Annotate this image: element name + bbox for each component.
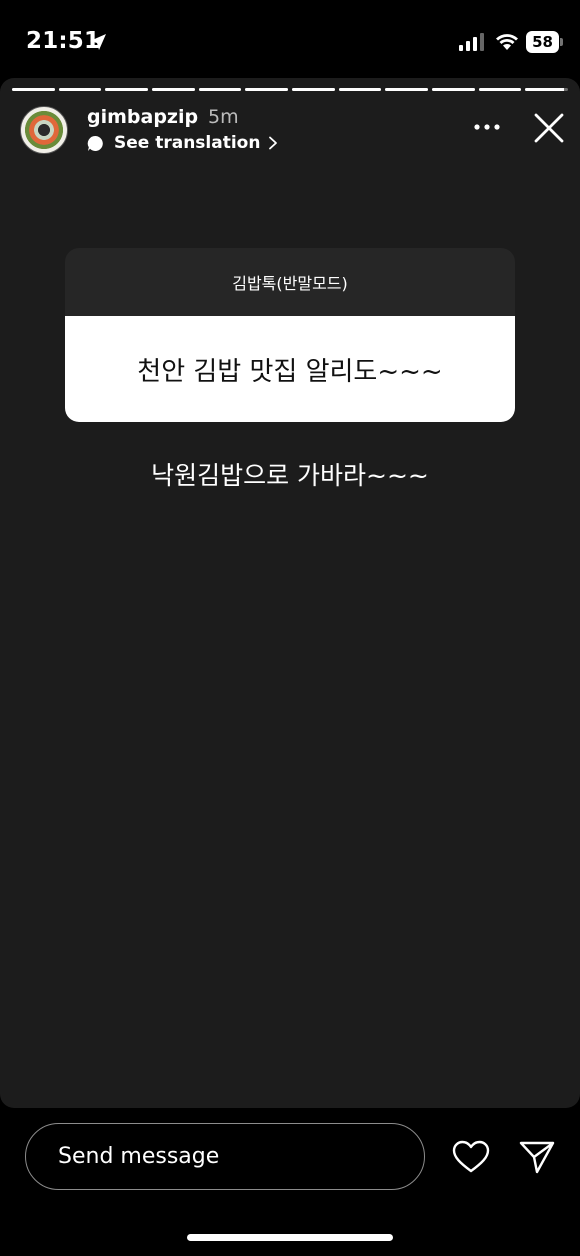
question-sticker-text: 천안 김밥 맛집 알리도~~~ bbox=[65, 316, 515, 422]
see-translation-button[interactable]: See translation bbox=[87, 132, 278, 154]
story-time-ago: 5m bbox=[208, 106, 239, 128]
battery-icon: 58 bbox=[526, 31, 564, 53]
home-indicator bbox=[187, 1234, 393, 1241]
story-progress-segment bbox=[525, 88, 569, 91]
story-progress-segment bbox=[292, 88, 335, 91]
story-progress-segment bbox=[58, 88, 102, 91]
question-sticker[interactable]: 김밥톡(반말모드) 천안 김밥 맛집 알리도~~~ bbox=[65, 248, 515, 422]
send-icon[interactable] bbox=[518, 1138, 556, 1176]
heart-icon[interactable] bbox=[452, 1140, 490, 1174]
location-arrow-icon bbox=[90, 34, 106, 50]
battery-level: 58 bbox=[532, 33, 553, 51]
story-progress-segment bbox=[152, 88, 195, 91]
more-options-icon[interactable] bbox=[473, 123, 501, 131]
speech-bubble-icon bbox=[87, 135, 103, 151]
story-progress-segment bbox=[432, 88, 475, 91]
story-progress-bars bbox=[12, 88, 569, 91]
story-footer bbox=[0, 1108, 580, 1256]
chevron-right-icon bbox=[269, 136, 278, 150]
story-progress-segment bbox=[478, 88, 522, 91]
question-sticker-header: 김밥톡(반말모드) bbox=[65, 248, 515, 316]
story-viewer[interactable]: gimbapzip 5m See translation 김밥톡(반말모드) 천… bbox=[0, 78, 580, 1108]
see-translation-label: See translation bbox=[114, 133, 261, 153]
story-progress-segment bbox=[12, 88, 55, 91]
story-username[interactable]: gimbapzip bbox=[87, 106, 198, 128]
close-icon[interactable] bbox=[533, 112, 565, 144]
story-progress-segment bbox=[338, 88, 382, 91]
send-message-input[interactable] bbox=[25, 1123, 425, 1190]
wifi-icon bbox=[496, 34, 518, 50]
story-progress-segment bbox=[245, 88, 289, 91]
story-progress-segment bbox=[105, 88, 149, 91]
story-caption: 낙원김밥으로 가바라~~~ bbox=[151, 461, 429, 490]
story-progress-segment bbox=[198, 88, 242, 91]
status-bar: 21:51 58 bbox=[0, 0, 580, 78]
cellular-signal-icon bbox=[459, 33, 484, 51]
avatar[interactable] bbox=[20, 106, 68, 154]
story-progress-segment bbox=[385, 88, 429, 91]
